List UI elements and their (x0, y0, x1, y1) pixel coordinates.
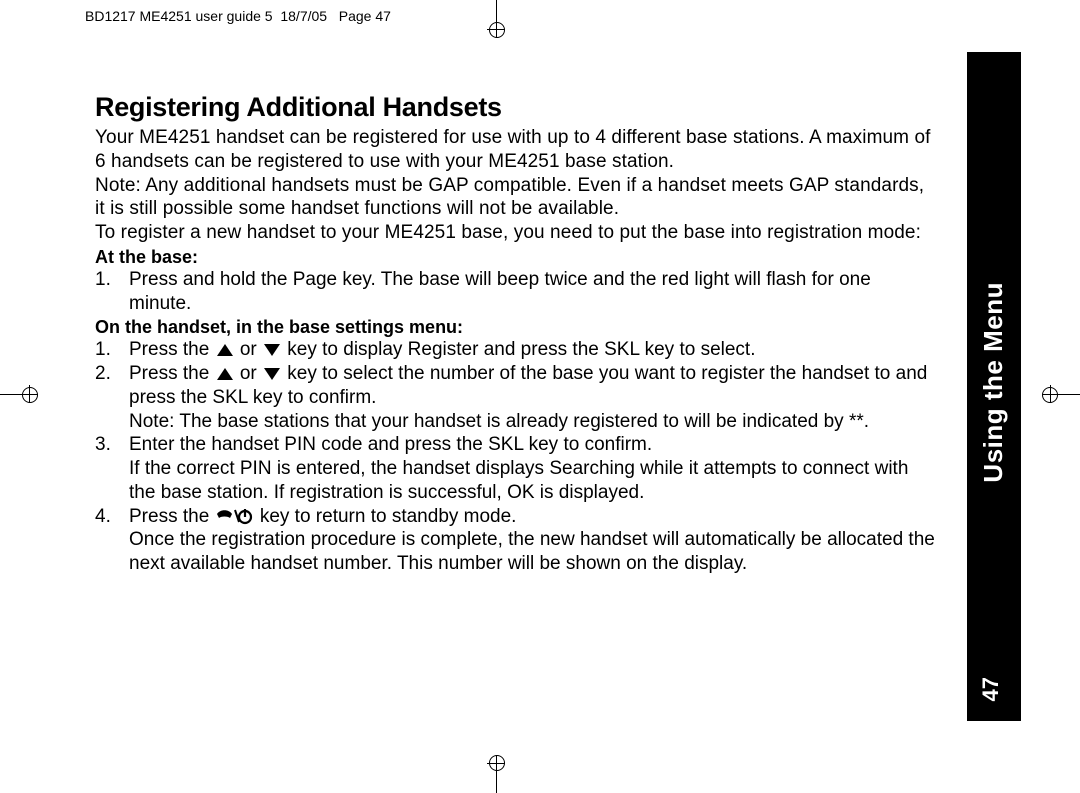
down-arrow-icon (264, 344, 280, 356)
list-item: 2. Press the or key to select the number… (95, 362, 935, 433)
step-number: 1. (95, 268, 129, 316)
page-header: BD1217 ME4251 user guide 5 18/7/05 Page … (85, 8, 391, 24)
list-item: 3. Enter the handset PIN code and press … (95, 433, 935, 504)
section-label: Using the Menu (978, 282, 1009, 483)
step-number: 2. (95, 362, 129, 433)
step-number: 1. (95, 338, 129, 362)
step-text: Press and hold the Page key. The base wi… (129, 268, 935, 316)
intro-section: Your ME4251 handset can be registered fo… (95, 126, 935, 245)
step-text: Enter the handset PIN code and press the… (129, 433, 935, 504)
down-arrow-icon (264, 368, 280, 380)
up-arrow-icon (217, 368, 233, 380)
base-steps: 1. Press and hold the Page key. The base… (95, 268, 935, 316)
crop-mark-icon (487, 763, 507, 793)
list-item: 4. Press the key to return to standby mo… (95, 505, 935, 576)
crop-mark-icon (487, 0, 507, 30)
subheading-base: At the base: (95, 247, 935, 268)
doc-date: 18/7/05 (280, 8, 327, 24)
page-title: Registering Additional Handsets (95, 92, 935, 123)
step-number: 3. (95, 433, 129, 504)
phone-power-icon (215, 507, 255, 525)
intro-text: Note: Any additional handsets must be GA… (95, 174, 935, 222)
step-number: 4. (95, 505, 129, 576)
crop-mark-icon (0, 385, 30, 405)
intro-text: Your ME4251 handset can be registered fo… (95, 126, 935, 174)
subheading-handset: On the handset, in the base settings men… (95, 317, 935, 338)
main-content: Registering Additional Handsets Your ME4… (95, 92, 935, 576)
handset-steps: 1. Press the or key to display Register … (95, 338, 935, 576)
step-text: Press the or key to display Register and… (129, 338, 935, 362)
list-item: 1. Press and hold the Page key. The base… (95, 268, 935, 316)
step-text: Press the key to return to standby mode.… (129, 505, 935, 576)
step-text: Press the or key to select the number of… (129, 362, 935, 433)
crop-mark-icon (1050, 385, 1080, 405)
list-item: 1. Press the or key to display Register … (95, 338, 935, 362)
page-label: Page 47 (339, 8, 391, 24)
side-tab: Using the Menu 47 (967, 52, 1021, 721)
intro-text: To register a new handset to your ME4251… (95, 221, 935, 245)
page-number: 47 (978, 677, 1004, 701)
up-arrow-icon (217, 344, 233, 356)
doc-id: BD1217 ME4251 user guide 5 (85, 8, 273, 24)
